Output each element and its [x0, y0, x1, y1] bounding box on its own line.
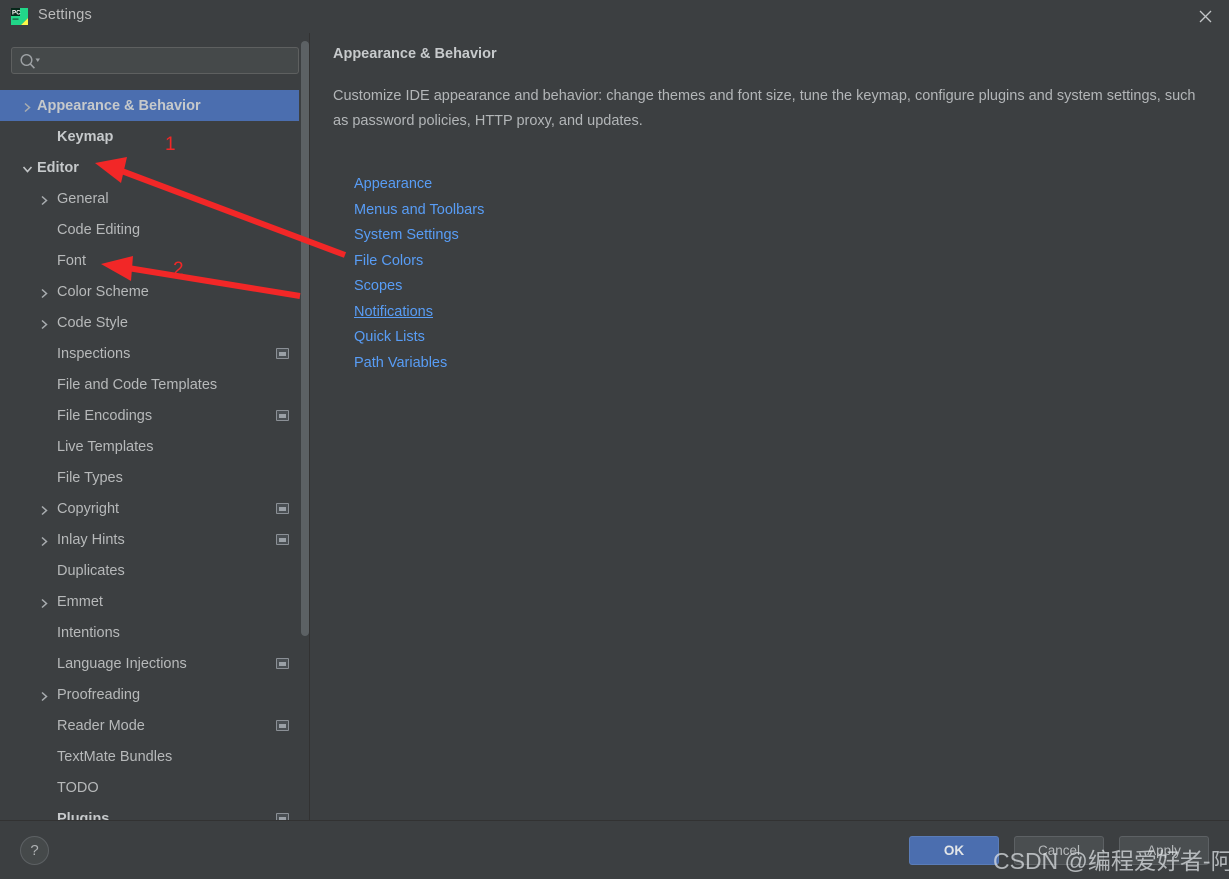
sub-settings-link-list: Appearance Menus and Toolbars System Setti…	[354, 172, 754, 376]
settings-link-system-settings[interactable]: System Settings	[354, 223, 459, 249]
sidebar-item-code-style[interactable]: Code Style	[0, 307, 310, 338]
apply-button[interactable]: Apply	[1119, 836, 1209, 865]
sidebar-item-label: Inlay Hints	[57, 531, 125, 548]
sidebar-item-label: File and Code Templates	[57, 376, 218, 393]
search-icon	[19, 53, 41, 70]
settings-dialog: PC Settings Appearance & Behavior Keymap E…	[0, 0, 1229, 879]
sidebar-item-label: General	[57, 190, 109, 207]
project-scope-badge-icon	[276, 410, 289, 421]
chevron-down-icon[interactable]	[22, 162, 33, 173]
sidebar-item-label: Duplicates	[57, 562, 125, 579]
sidebar-item-label: TextMate Bundles	[57, 748, 173, 765]
ok-button[interactable]: OK	[909, 836, 999, 865]
sidebar-item-label: Code Editing	[57, 221, 141, 238]
sidebar-item-label: Color Scheme	[57, 283, 149, 300]
sidebar-item-editor[interactable]: Editor	[0, 152, 310, 183]
sidebar-item-live-templates[interactable]: Live Templates	[0, 431, 310, 462]
annotation-number-1: 1	[165, 134, 176, 155]
settings-link-quick-lists[interactable]: Quick Lists	[354, 325, 425, 351]
sidebar-item-file-and-code-templates[interactable]: File and Code Templates	[0, 369, 310, 400]
settings-link-file-colors[interactable]: File Colors	[354, 249, 423, 275]
sidebar-scrollbar-thumb[interactable]	[301, 41, 309, 636]
sidebar-item-code-editing[interactable]: Code Editing	[0, 214, 310, 245]
sidebar-item-label: Live Templates	[57, 438, 154, 455]
sidebar-item-label: File Types	[57, 469, 123, 486]
sidebar-item-reader-mode[interactable]: Reader Mode	[0, 710, 310, 741]
close-icon[interactable]	[1181, 0, 1229, 32]
sidebar-item-intentions[interactable]: Intentions	[0, 617, 310, 648]
title-bar: PC Settings	[0, 0, 1229, 33]
sidebar-item-label: Emmet	[57, 593, 103, 610]
sidebar-item-color-scheme[interactable]: Color Scheme	[0, 276, 310, 307]
chevron-right-icon[interactable]	[39, 689, 50, 702]
sidebar-item-language-injections[interactable]: Language Injections	[0, 648, 310, 679]
chevron-right-icon[interactable]	[39, 286, 50, 299]
page-description: Customize IDE appearance and behavior: c…	[333, 88, 1196, 129]
sidebar-item-keymap[interactable]: Keymap	[0, 121, 310, 152]
project-scope-badge-icon	[276, 348, 289, 359]
sidebar-item-label: Proofreading	[57, 686, 141, 703]
sidebar-item-label: TODO	[57, 779, 99, 796]
search-input[interactable]	[44, 48, 298, 75]
page-title: Appearance & Behavior	[333, 46, 497, 62]
window-title: Settings	[38, 7, 92, 23]
chevron-right-icon[interactable]	[22, 100, 33, 113]
sidebar-item-label: Language Injections	[57, 655, 187, 672]
project-scope-badge-icon	[276, 813, 289, 820]
sidebar-item-appearance-behavior[interactable]: Appearance & Behavior	[0, 90, 310, 121]
sidebar-item-label: Code Style	[57, 314, 128, 331]
chevron-right-icon[interactable]	[39, 317, 50, 330]
sidebar-item-font[interactable]: Font	[0, 245, 310, 276]
settings-link-appearance[interactable]: Appearance	[354, 172, 432, 198]
sidebar-item-general[interactable]: General	[0, 183, 310, 214]
settings-link-notifications[interactable]: Notifications	[354, 300, 433, 326]
svg-text:PC: PC	[12, 9, 21, 16]
settings-link-path-variables[interactable]: Path Variables	[354, 351, 447, 377]
sidebar-item-label: Keymap	[57, 128, 114, 145]
sidebar-item-label: Font	[57, 252, 87, 269]
chevron-right-icon[interactable]	[39, 596, 50, 609]
sidebar-item-label: Intentions	[57, 624, 120, 641]
pycharm-logo-icon: PC	[10, 7, 29, 26]
sidebar-item-copyright[interactable]: Copyright	[0, 493, 310, 524]
sidebar-item-todo[interactable]: TODO	[0, 772, 310, 803]
chevron-right-icon[interactable]	[39, 503, 50, 516]
sidebar-item-file-encodings[interactable]: File Encodings	[0, 400, 310, 431]
sidebar-item-label: Reader Mode	[57, 717, 145, 734]
sidebar-item-file-types[interactable]: File Types	[0, 462, 310, 493]
settings-sidebar: Appearance & Behavior Keymap Editor General…	[0, 33, 310, 820]
sidebar-item-label: Appearance & Behavior	[37, 97, 201, 114]
sidebar-item-inlay-hints[interactable]: Inlay Hints	[0, 524, 310, 555]
sidebar-item-plugins[interactable]: Plugins	[0, 803, 310, 820]
project-scope-badge-icon	[276, 658, 289, 669]
sidebar-item-inspections[interactable]: Inspections	[0, 338, 310, 369]
project-scope-badge-icon	[276, 534, 289, 545]
search-field[interactable]	[11, 47, 299, 75]
help-icon[interactable]: ?	[20, 836, 49, 865]
sidebar-item-emmet[interactable]: Emmet	[0, 586, 310, 617]
cancel-button[interactable]: Cancel	[1014, 836, 1104, 865]
sidebar-item-label: File Encodings	[57, 407, 153, 424]
chevron-right-icon[interactable]	[39, 534, 50, 547]
sidebar-item-label: Editor	[37, 159, 79, 176]
sidebar-item-textmate-bundles[interactable]: TextMate Bundles	[0, 741, 310, 772]
sidebar-item-label: Copyright	[57, 500, 120, 517]
settings-content-panel: Appearance & Behavior Customize IDE appe…	[310, 33, 1229, 820]
annotation-number-2: 2	[173, 259, 184, 280]
settings-tree[interactable]: Appearance & Behavior Keymap Editor General…	[0, 90, 310, 820]
project-scope-badge-icon	[276, 720, 289, 731]
sidebar-item-proofreading[interactable]: Proofreading	[0, 679, 310, 710]
project-scope-badge-icon	[276, 503, 289, 514]
chevron-right-icon[interactable]	[39, 193, 50, 206]
settings-link-menus-and-toolbars[interactable]: Menus and Toolbars	[354, 198, 484, 224]
settings-link-scopes[interactable]: Scopes	[354, 274, 402, 300]
sidebar-item-label: Plugins	[57, 810, 110, 821]
sidebar-item-duplicates[interactable]: Duplicates	[0, 555, 310, 586]
sidebar-item-label: Inspections	[57, 345, 131, 362]
